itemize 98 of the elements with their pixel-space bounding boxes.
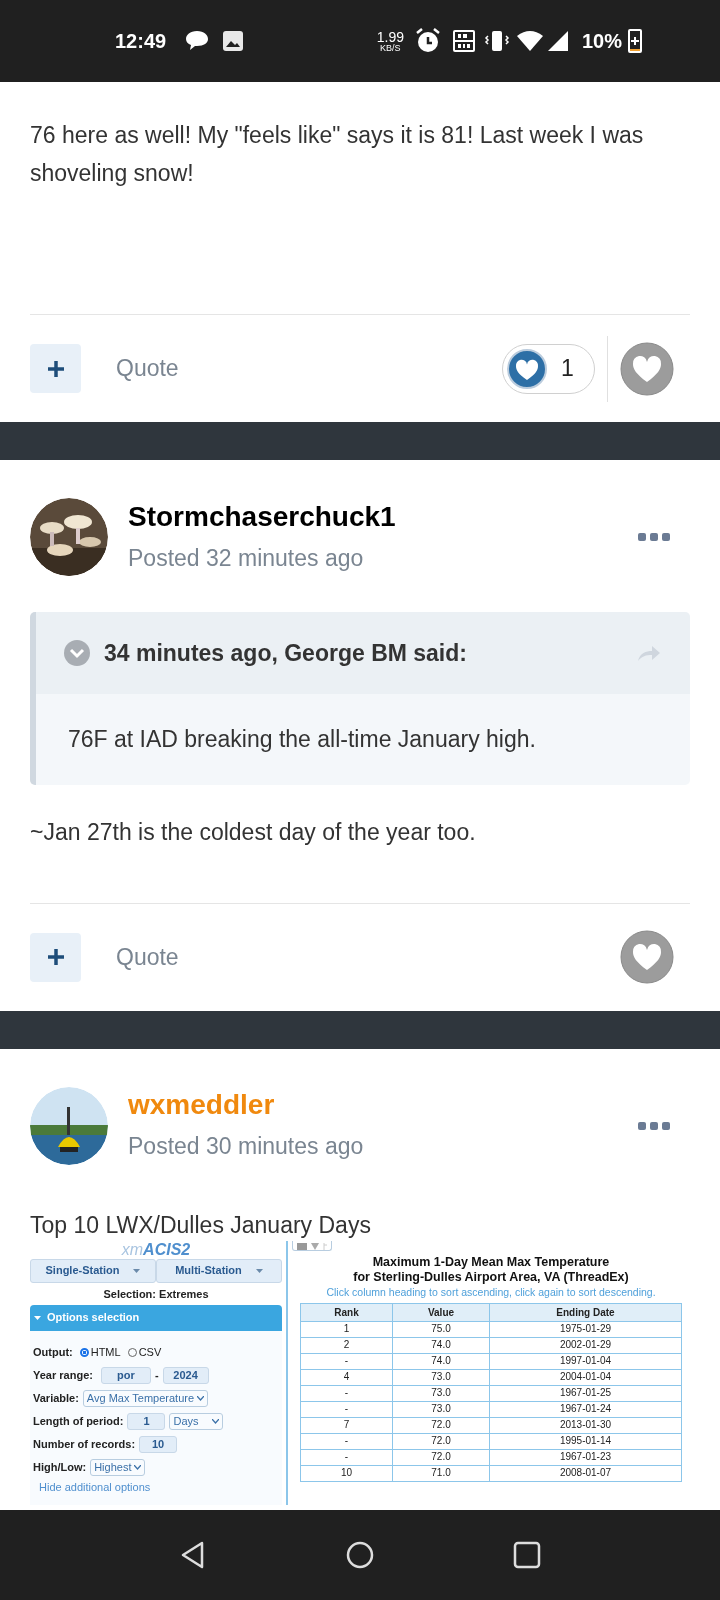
table-cell: 71.0 bbox=[392, 1465, 490, 1481]
menu-button[interactable]: Single-Station bbox=[30, 1258, 156, 1283]
table-cell: 75.0 bbox=[392, 1321, 490, 1337]
hide-options-link[interactable]: Hide additional options bbox=[33, 1480, 279, 1493]
chevron-icon bbox=[197, 1395, 205, 1401]
home-icon[interactable] bbox=[345, 1540, 375, 1570]
battery-percent: 10% bbox=[581, 29, 622, 54]
plus-icon bbox=[45, 358, 66, 379]
reaction-pill[interactable]: 1 bbox=[502, 343, 595, 394]
post-text: Top 10 LWX/Dulles January Days bbox=[29, 1210, 372, 1239]
table-cell: 10 bbox=[300, 1465, 393, 1481]
recent-apps-icon[interactable] bbox=[511, 1540, 542, 1570]
quote-header: 34 minutes ago, George BM said: bbox=[104, 638, 468, 668]
table-cell: 7 bbox=[300, 1417, 393, 1433]
dropdown[interactable]: Days bbox=[169, 1412, 224, 1430]
input-field[interactable]: por bbox=[100, 1366, 151, 1384]
input-field[interactable]: 2024 bbox=[162, 1366, 209, 1384]
table-cell: 72.0 bbox=[392, 1449, 490, 1465]
table-cell: 2 bbox=[300, 1337, 393, 1353]
radio-option[interactable]: HTML bbox=[79, 1343, 121, 1361]
table-subtitle: for Sterling-Dulles Airport Area, VA (ThreadEx) bbox=[353, 1269, 629, 1285]
vibrate-icon bbox=[483, 29, 510, 53]
chat-bubble-icon bbox=[184, 29, 211, 53]
more-options-icon[interactable] bbox=[638, 1120, 670, 1131]
add-button[interactable] bbox=[30, 344, 81, 393]
network-unit: KB/S bbox=[380, 43, 401, 53]
menu-button[interactable]: Multi-Station bbox=[156, 1258, 282, 1283]
field-label: Length of period: bbox=[33, 1413, 124, 1429]
column-header[interactable]: Value bbox=[392, 1303, 490, 1321]
image-icon bbox=[222, 30, 245, 52]
caret-icon bbox=[34, 1315, 41, 1320]
table-cell: 73.0 bbox=[392, 1401, 490, 1417]
clock-time: 12:49 bbox=[115, 29, 167, 54]
table-cell: 73.0 bbox=[392, 1385, 490, 1401]
table-cell: 2004-01-04 bbox=[489, 1369, 682, 1385]
table-cell: 2002-01-29 bbox=[489, 1337, 682, 1353]
table-cell: - bbox=[300, 1353, 393, 1369]
table-cell: 74.0 bbox=[392, 1353, 490, 1369]
chevron-icon bbox=[212, 1418, 220, 1424]
table-cell: - bbox=[300, 1385, 393, 1401]
table-cell: 72.0 bbox=[392, 1433, 490, 1449]
field-label: Number of records: bbox=[33, 1436, 136, 1452]
selection-label: Selection: Extremes bbox=[102, 1286, 210, 1302]
chevron-icon bbox=[134, 1464, 142, 1470]
table-cell: 1967-01-23 bbox=[489, 1449, 682, 1465]
field-label: Year range: bbox=[33, 1367, 93, 1383]
author-name[interactable]: Stormchaserchuck1 bbox=[128, 498, 638, 535]
table-cell: - bbox=[300, 1401, 393, 1417]
table-cell: - bbox=[300, 1449, 393, 1465]
field-label: Output: bbox=[33, 1344, 73, 1360]
table-cell: 73.0 bbox=[392, 1369, 490, 1385]
battery-icon bbox=[628, 29, 642, 53]
reaction-count: 1 bbox=[561, 354, 574, 384]
post-time: Posted 32 minutes ago bbox=[128, 543, 365, 573]
like-button[interactable] bbox=[620, 341, 674, 396]
separator-text: - bbox=[154, 1367, 159, 1383]
dropdown[interactable]: Avg Max Temperature bbox=[82, 1389, 209, 1407]
download-icon[interactable] bbox=[311, 1242, 319, 1250]
dropdown[interactable]: Highest bbox=[90, 1458, 146, 1476]
table-cell: 72.0 bbox=[392, 1417, 490, 1433]
table-cell: 1967-01-25 bbox=[489, 1385, 682, 1401]
more-options-icon[interactable] bbox=[638, 532, 670, 542]
table-cell: 74.0 bbox=[392, 1337, 490, 1353]
table-cell: - bbox=[300, 1433, 393, 1449]
input-field[interactable]: 1 bbox=[127, 1412, 166, 1430]
field-label: Variable: bbox=[33, 1390, 79, 1406]
post-text: 76 here as well! My "feels like" says it is 81! Last week I was shoveling snow! bbox=[29, 121, 645, 188]
collapse-icon[interactable] bbox=[64, 640, 90, 666]
quote-text: 76F at IAD breaking the all-time January high. bbox=[67, 725, 537, 754]
app-logo: xmACIS2 bbox=[120, 1240, 192, 1259]
field-label: High/Low: bbox=[33, 1459, 87, 1475]
wifi-icon bbox=[515, 29, 544, 53]
column-header[interactable]: Ending Date bbox=[489, 1303, 682, 1321]
add-button[interactable] bbox=[30, 932, 81, 982]
volte-icon bbox=[451, 29, 476, 53]
radio-option[interactable]: CSV bbox=[127, 1343, 162, 1361]
network-speed: 1.99 bbox=[376, 29, 404, 44]
like-button[interactable] bbox=[620, 930, 674, 984]
table-cell: 1997-01-04 bbox=[489, 1353, 682, 1369]
print-icon[interactable] bbox=[297, 1242, 307, 1250]
plus-icon bbox=[45, 947, 66, 967]
table-cell: 2008-01-07 bbox=[489, 1465, 682, 1481]
table-cell: 4 bbox=[300, 1369, 393, 1385]
post-time: Posted 30 minutes ago bbox=[128, 1132, 365, 1162]
column-header[interactable]: Rank bbox=[300, 1303, 393, 1321]
sort-hint: Click column heading to sort ascending, click again to sort descending. bbox=[326, 1284, 656, 1299]
table-title: Maximum 1-Day Mean Max Temperature bbox=[372, 1254, 610, 1270]
table-cell: 1 bbox=[300, 1321, 393, 1337]
table-cell: 1975-01-29 bbox=[489, 1321, 682, 1337]
input-field[interactable]: 10 bbox=[139, 1435, 178, 1453]
caret-icon bbox=[255, 1268, 263, 1273]
table-cell: 1967-01-24 bbox=[489, 1401, 682, 1417]
quote-button[interactable]: Quote bbox=[116, 351, 179, 386]
post-text: ~Jan 27th is the coldest day of the year too. bbox=[29, 817, 477, 847]
table-cell: 2013-01-30 bbox=[489, 1417, 682, 1433]
quote-button[interactable]: Quote bbox=[116, 939, 179, 975]
caret-icon bbox=[133, 1268, 141, 1273]
table-cell: 1995-01-14 bbox=[489, 1433, 682, 1449]
